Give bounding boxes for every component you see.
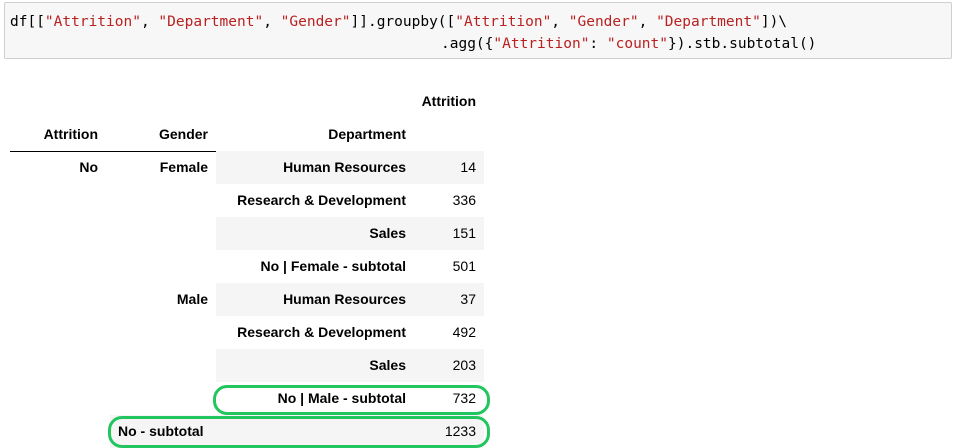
row-attrition-label [10, 184, 106, 217]
row-gender-label: Female [159, 159, 208, 175]
row-gender-label [106, 316, 216, 349]
code-token: .agg({ [441, 36, 494, 52]
row-value: 501 [452, 258, 476, 274]
code-line-2: .agg({"Attrition": "count"}).stb.subtota… [441, 36, 816, 52]
row-attrition-label [10, 250, 106, 283]
row-value: 151 [452, 225, 476, 241]
code-cell[interactable]: df[["Attrition", "Department", "Gender"]… [4, 2, 952, 59]
code-token: df[[ [10, 14, 45, 30]
male-subtotal-highlight [213, 385, 490, 415]
row-gender-label [106, 349, 216, 382]
row-department-label: Research & Development [237, 192, 406, 208]
code-token: ]].groupby([ [350, 14, 456, 30]
code-token: , [551, 14, 569, 30]
row-department-label: Human Resources [283, 291, 406, 307]
code-string: "count" [606, 36, 668, 52]
row-department-label: Sales [369, 225, 406, 241]
row-value: 203 [452, 357, 476, 373]
code-string: "Department" [158, 14, 264, 30]
index-header-department: Department [328, 126, 406, 142]
row-department-label: Human Resources [283, 159, 406, 175]
code-token: : [589, 36, 607, 52]
code-string: "Department" [656, 14, 761, 30]
value-column-header: Attrition [421, 93, 476, 109]
code-line-1: df[["Attrition", "Department", "Gender"]… [10, 14, 787, 30]
row-department-label: Sales [369, 357, 406, 373]
code-string: "Attrition" [455, 14, 552, 30]
code-string: "Gender" [280, 14, 351, 30]
row-value: 336 [452, 192, 476, 208]
row-gender-label: Male [176, 291, 208, 307]
code-token: , [140, 14, 159, 30]
row-gender-label [106, 184, 216, 217]
row-department-label: No | Female - subtotal [260, 258, 407, 274]
row-value: 492 [452, 324, 476, 340]
code-string: "Attrition" [493, 36, 590, 52]
row-gender-label [106, 250, 216, 283]
row-gender-label [106, 217, 216, 250]
row-gender-label [106, 382, 216, 415]
code-token: , [263, 14, 281, 30]
row-attrition-label [10, 382, 106, 415]
row-department-label: Research & Development [237, 324, 406, 340]
total-subtotal-highlight [108, 416, 490, 448]
row-attrition-label [10, 316, 106, 349]
index-header-attrition: Attrition [43, 126, 98, 142]
code-token: ])\ [760, 14, 788, 30]
code-token: }).stb.subtotal() [668, 36, 817, 52]
code-string: "Gender" [568, 14, 639, 30]
row-attrition-label: No [79, 159, 98, 175]
row-value: 37 [460, 291, 476, 307]
code-string: "Attrition" [44, 14, 141, 30]
row-attrition-label [10, 283, 106, 316]
code-token: , [638, 14, 657, 30]
row-value: 14 [460, 159, 476, 175]
index-header-gender: Gender [158, 126, 208, 142]
row-attrition-label [10, 217, 106, 250]
row-attrition-label [10, 349, 106, 382]
